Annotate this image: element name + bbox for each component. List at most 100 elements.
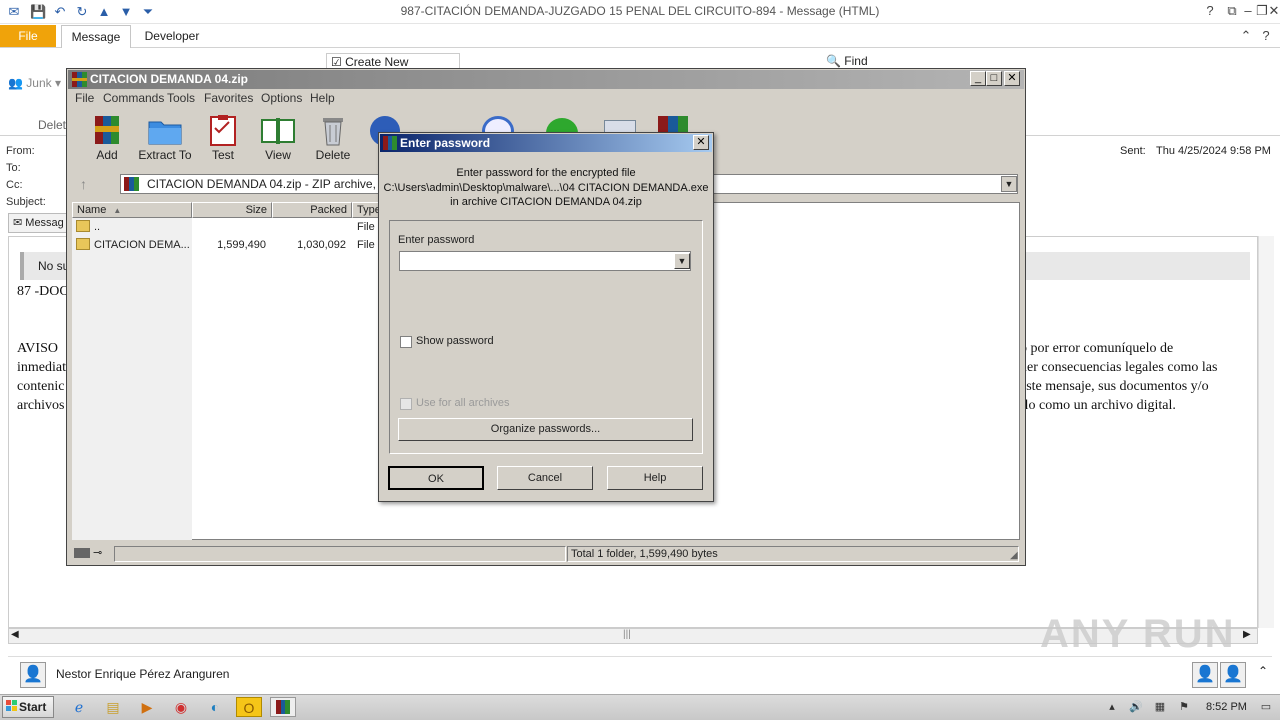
show-desktop-icon[interactable]: ▭: [1258, 699, 1274, 715]
vertical-scrollbar[interactable]: [1258, 236, 1274, 628]
tab-developer[interactable]: Developer: [137, 25, 207, 47]
menu-tools[interactable]: Tools: [167, 91, 195, 105]
add-archive-icon: [95, 116, 119, 144]
view-button[interactable]: View: [249, 114, 307, 166]
chevron-down-icon[interactable]: ▼: [674, 253, 690, 269]
ok-button[interactable]: OK: [388, 466, 484, 490]
media-player-icon[interactable]: ▶: [134, 697, 160, 717]
file-explorer-icon[interactable]: ▤: [100, 697, 126, 717]
extract-to-label: Extract To: [138, 148, 192, 162]
test-clipboard-icon: [210, 115, 236, 146]
winrar-app-icon: [276, 700, 290, 714]
window-title: 987-CITACIÓN DEMANDA-JUZGADO 15 PENAL DE…: [400, 4, 880, 18]
clock[interactable]: 8:52 PM: [1206, 701, 1247, 713]
delete-trash-icon: [323, 118, 343, 146]
column-header-packed[interactable]: Packed: [272, 202, 352, 218]
scroll-right-icon[interactable]: ▶: [1243, 629, 1251, 640]
delete-label: Delete: [315, 148, 351, 162]
menu-favorites[interactable]: Favorites: [204, 91, 253, 105]
menu-options[interactable]: Options: [261, 91, 302, 105]
close-button[interactable]: ✕: [1264, 2, 1280, 20]
extract-folder-icon: [148, 121, 182, 145]
aviso-right-3: este mensaje, sus documentos y/o: [1020, 379, 1209, 394]
subject-label: Subject:: [6, 196, 46, 208]
column-header-name[interactable]: Name ▲: [72, 202, 192, 218]
create-new-icon: ☑: [331, 55, 342, 69]
aviso-right-1: ó por error comuníquelo de: [1020, 341, 1174, 356]
organize-passwords-button[interactable]: Organize passwords...: [398, 418, 693, 441]
chevron-down-icon[interactable]: ▼: [1001, 176, 1017, 192]
password-dialog-close-button[interactable]: ✕: [693, 135, 709, 150]
expand-people-pane-icon[interactable]: ⌃: [1258, 664, 1268, 678]
winrar-titlebar: CITACION DEMANDA 04.zip: [68, 70, 1024, 89]
show-password-label[interactable]: Show password: [416, 335, 494, 347]
use-for-all-checkbox: [400, 398, 412, 410]
scroll-left-icon[interactable]: ◀: [11, 629, 19, 640]
aviso-left-4: archivos: [17, 398, 65, 413]
sent-label: Sent:: [1120, 145, 1146, 157]
help-icon[interactable]: ?: [1200, 2, 1220, 20]
outlook-taskbar-icon[interactable]: O: [236, 697, 262, 717]
use-for-all-label: Use for all archives: [416, 397, 510, 409]
menu-help[interactable]: Help: [310, 91, 335, 105]
chrome-icon[interactable]: ◉: [168, 697, 194, 717]
edge-icon[interactable]: ◐: [202, 697, 228, 717]
winrar-maximize-button[interactable]: □: [986, 71, 1002, 86]
enter-password-label: Enter password: [398, 234, 475, 246]
row-type: File: [357, 239, 375, 251]
scroll-thumb-grip[interactable]: |||: [623, 629, 631, 640]
column-name-label: Name: [77, 204, 107, 216]
cancel-button[interactable]: Cancel: [497, 466, 593, 490]
menu-commands[interactable]: Commands: [103, 91, 164, 105]
junk-button[interactable]: 👥 Junk ▾: [8, 76, 61, 90]
table-row[interactable]: .. File: [74, 219, 384, 236]
sender-avatar: 👤: [20, 662, 46, 688]
binoculars-icon: 🔍: [826, 54, 841, 68]
row-name: ..: [94, 221, 101, 233]
view-book-icon: [261, 118, 295, 144]
password-input[interactable]: [399, 251, 691, 271]
sender-name[interactable]: Nestor Enrique Pérez Aranguren: [56, 667, 229, 681]
internet-explorer-icon[interactable]: ℯ: [66, 697, 92, 717]
test-button[interactable]: Test: [194, 114, 252, 166]
aviso-left-2: inmediat: [17, 360, 66, 375]
winrar-app-icon: [72, 72, 87, 87]
windows-logo-icon: [6, 700, 17, 711]
watermark: ANY RUN: [1040, 612, 1236, 656]
winrar-close-button[interactable]: ✕: [1004, 71, 1020, 86]
winrar-app-icon: [383, 136, 397, 150]
chevron-down-icon: ▾: [55, 76, 62, 90]
junk-icon: 👥: [8, 76, 23, 90]
show-password-checkbox[interactable]: [400, 336, 412, 348]
tab-file[interactable]: File: [0, 25, 56, 47]
delete-group-label: Delet: [38, 118, 67, 132]
winrar-taskbar-icon[interactable]: [270, 697, 296, 717]
find-label: Find: [844, 54, 868, 68]
show-hidden-icons-icon[interactable]: ▴: [1104, 699, 1120, 715]
archive-icon: [124, 177, 139, 191]
help-icon[interactable]: ?: [1256, 27, 1276, 45]
menu-file[interactable]: File: [75, 91, 94, 105]
column-header-size[interactable]: Size: [192, 202, 272, 218]
add-button[interactable]: Add: [78, 114, 136, 166]
extract-to-button[interactable]: Extract To: [136, 114, 194, 166]
find-button[interactable]: 🔍 Find: [826, 54, 868, 68]
resize-grip-icon[interactable]: ◢: [1010, 550, 1018, 561]
body-line-1: 87 -DOC: [17, 284, 69, 299]
password-dialog-title: Enter password: [380, 134, 712, 152]
row-packed: 1,030,092: [297, 239, 346, 251]
status-text: Total 1 folder, 1,599,490 bytes: [567, 546, 1019, 562]
drive-icon: [74, 548, 90, 558]
collapse-ribbon-icon[interactable]: ⌃: [1236, 27, 1256, 45]
cc-label: Cc:: [6, 179, 23, 191]
envelope-icon: ✉: [13, 217, 23, 229]
tab-message[interactable]: Message: [61, 25, 131, 48]
delete-button[interactable]: Delete: [304, 114, 362, 166]
up-folder-icon[interactable]: ↑: [80, 176, 87, 192]
action-center-flag-icon[interactable]: ⚑: [1176, 699, 1192, 715]
network-icon[interactable]: ▦: [1152, 699, 1168, 715]
table-row[interactable]: CITACION DEMA... 1,599,490 1,030,092 Fil…: [74, 237, 384, 254]
help-button[interactable]: Help: [607, 466, 703, 490]
winrar-minimize-button[interactable]: _: [970, 71, 986, 86]
volume-icon[interactable]: 🔊: [1128, 699, 1144, 715]
